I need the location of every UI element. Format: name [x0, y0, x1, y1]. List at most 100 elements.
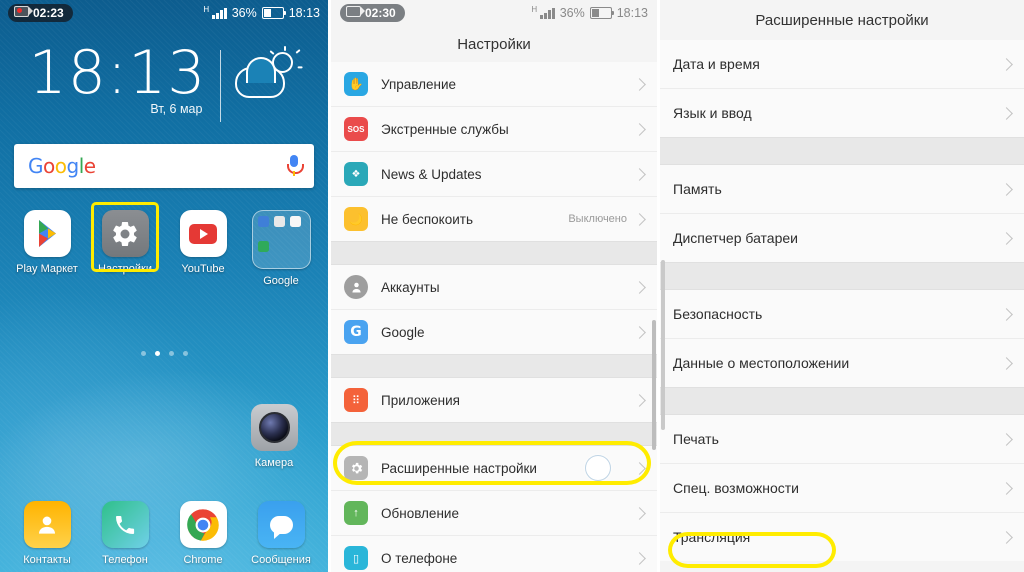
group-separator	[660, 387, 1024, 415]
settings-row-do-not-disturb[interactable]: 🌙 Не беспокоить Выключено	[331, 197, 657, 241]
home-page-indicator[interactable]	[0, 351, 328, 356]
advanced-row-accessibility[interactable]: Спец. возможности	[660, 464, 1024, 513]
chevron-right-icon	[1000, 307, 1013, 321]
home-screen-panel: 02:23 H 36% 18:13 18:13 Вт, 6 мар Google…	[0, 0, 328, 572]
advanced-row-memory[interactable]: Память	[660, 165, 1024, 214]
settings-status-right: H 36% 18:13	[531, 6, 648, 21]
page-dot[interactable]	[182, 351, 188, 356]
row-label: Google	[381, 324, 425, 340]
chevron-right-icon	[633, 167, 646, 181]
sos-icon: SOS	[344, 117, 368, 141]
settings-group-2: Аккаунты G Google	[331, 265, 657, 354]
advanced-row-battery-manager[interactable]: Диспетчер батареи	[660, 214, 1024, 262]
app-label: YouTube	[181, 263, 225, 275]
dock-phone[interactable]: Телефон	[93, 501, 157, 566]
app-label: Google	[263, 275, 299, 287]
group-separator	[660, 137, 1024, 165]
settings-row-google[interactable]: G Google	[331, 310, 657, 354]
settings-group-1: ✋ Управление SOS Экстренные службы ❖ New…	[331, 62, 657, 241]
group-separator	[331, 354, 657, 378]
widget-date: Вт, 6 мар	[150, 102, 203, 116]
chevron-right-icon	[633, 280, 646, 294]
chevron-right-icon	[633, 551, 646, 565]
news-icon: ❖	[344, 162, 368, 186]
home-dock: Контакты Телефон Chrome Сообщения	[0, 501, 328, 566]
row-label: Дата и время	[673, 56, 760, 72]
home-status-right: H 36% 18:13	[203, 6, 320, 21]
settings-row-about-phone[interactable]: ▯ О телефоне	[331, 536, 657, 572]
play-store-icon	[23, 210, 71, 257]
advanced-settings-panel: Расширенные настройки Дата и время Язык …	[660, 0, 1024, 572]
recording-camera-icon	[346, 6, 365, 20]
clock-block: 18:13 Вт, 6 мар	[29, 42, 207, 116]
home-clock-label: 18:13	[288, 6, 320, 20]
advanced-scrollbar[interactable]	[661, 260, 665, 430]
settings-row-advanced[interactable]: Расширенные настройки	[331, 446, 657, 491]
settings-group-4: Расширенные настройки ↑ Обновление ▯ О т…	[331, 446, 657, 572]
clock-weather-widget[interactable]: 18:13 Вт, 6 мар	[0, 42, 328, 122]
advanced-row-cast[interactable]: Трансляция	[660, 513, 1024, 561]
touch-indicator	[585, 455, 611, 481]
app-folder-google[interactable]: Google	[249, 210, 313, 287]
chevron-right-icon	[1000, 106, 1013, 120]
chevron-right-icon	[1000, 481, 1013, 495]
advanced-row-language-input[interactable]: Язык и ввод	[660, 89, 1024, 137]
widget-time: 18:13	[28, 38, 207, 108]
chevron-right-icon	[633, 506, 646, 520]
settings-row-news-updates[interactable]: ❖ News & Updates	[331, 152, 657, 197]
gear-icon	[101, 210, 149, 257]
chevron-right-icon	[1000, 231, 1013, 245]
settings-scrollbar[interactable]	[652, 320, 656, 450]
app-camera[interactable]: Камера	[242, 404, 306, 469]
page-dot[interactable]	[168, 351, 174, 356]
google-g-icon: G	[344, 320, 368, 344]
chevron-right-icon	[1000, 432, 1013, 446]
row-label: Аккаунты	[381, 279, 440, 295]
phone-icon	[101, 501, 149, 548]
dock-contacts[interactable]: Контакты	[15, 501, 79, 566]
settings-status-bar: 02:30 H 36% 18:13	[331, 0, 657, 26]
chrome-icon	[179, 501, 227, 548]
google-search-bar[interactable]: Google	[14, 144, 314, 188]
page-dot[interactable]	[140, 351, 146, 356]
dock-label: Телефон	[102, 554, 148, 566]
settings-row-update[interactable]: ↑ Обновление	[331, 491, 657, 536]
advanced-group-4: Печать Спец. возможности Трансляция	[660, 415, 1024, 561]
row-label: Печать	[673, 431, 719, 447]
chevron-right-icon	[633, 122, 646, 136]
settings-row-apps[interactable]: ⠿ Приложения	[331, 378, 657, 422]
advanced-row-security[interactable]: Безопасность	[660, 290, 1024, 339]
advanced-row-location-data[interactable]: Данные о местоположении	[660, 339, 1024, 387]
dock-messages[interactable]: Сообщения	[249, 501, 313, 566]
app-youtube[interactable]: YouTube	[171, 210, 235, 287]
row-label: Диспетчер батареи	[673, 230, 798, 246]
recording-time: 02:23	[33, 6, 64, 20]
app-settings[interactable]: Настройки	[91, 202, 159, 287]
app-play-market[interactable]: Play Маркет	[15, 210, 79, 287]
advanced-row-print[interactable]: Печать	[660, 415, 1024, 464]
advanced-group-1: Дата и время Язык и ввод	[660, 40, 1024, 137]
group-separator	[331, 241, 657, 265]
chevron-right-icon	[633, 325, 646, 339]
advanced-group-2: Память Диспетчер батареи	[660, 165, 1024, 262]
folder-icon	[251, 210, 311, 269]
settings-row-emergency[interactable]: SOS Экстренные службы	[331, 107, 657, 152]
battery-percent-label: 36%	[559, 6, 585, 20]
recording-time: 02:30	[365, 6, 396, 20]
row-label: О телефоне	[381, 550, 458, 566]
settings-group-3: ⠿ Приложения	[331, 378, 657, 422]
dock-chrome[interactable]: Chrome	[171, 501, 235, 566]
settings-row-accounts[interactable]: Аккаунты	[331, 265, 657, 310]
app-label: Камера	[254, 457, 294, 469]
chevron-right-icon	[1000, 57, 1013, 71]
google-logo: Google	[28, 154, 96, 178]
microphone-icon[interactable]	[287, 155, 304, 177]
settings-row-upravlenie[interactable]: ✋ Управление	[331, 62, 657, 107]
advanced-row-date-time[interactable]: Дата и время	[660, 40, 1024, 89]
person-icon	[344, 275, 368, 299]
chevron-right-icon	[1000, 356, 1013, 370]
youtube-icon	[179, 210, 227, 257]
signal-bars-icon	[540, 7, 555, 19]
row-value: Выключено	[568, 213, 627, 225]
page-dot-active[interactable]	[154, 351, 160, 356]
